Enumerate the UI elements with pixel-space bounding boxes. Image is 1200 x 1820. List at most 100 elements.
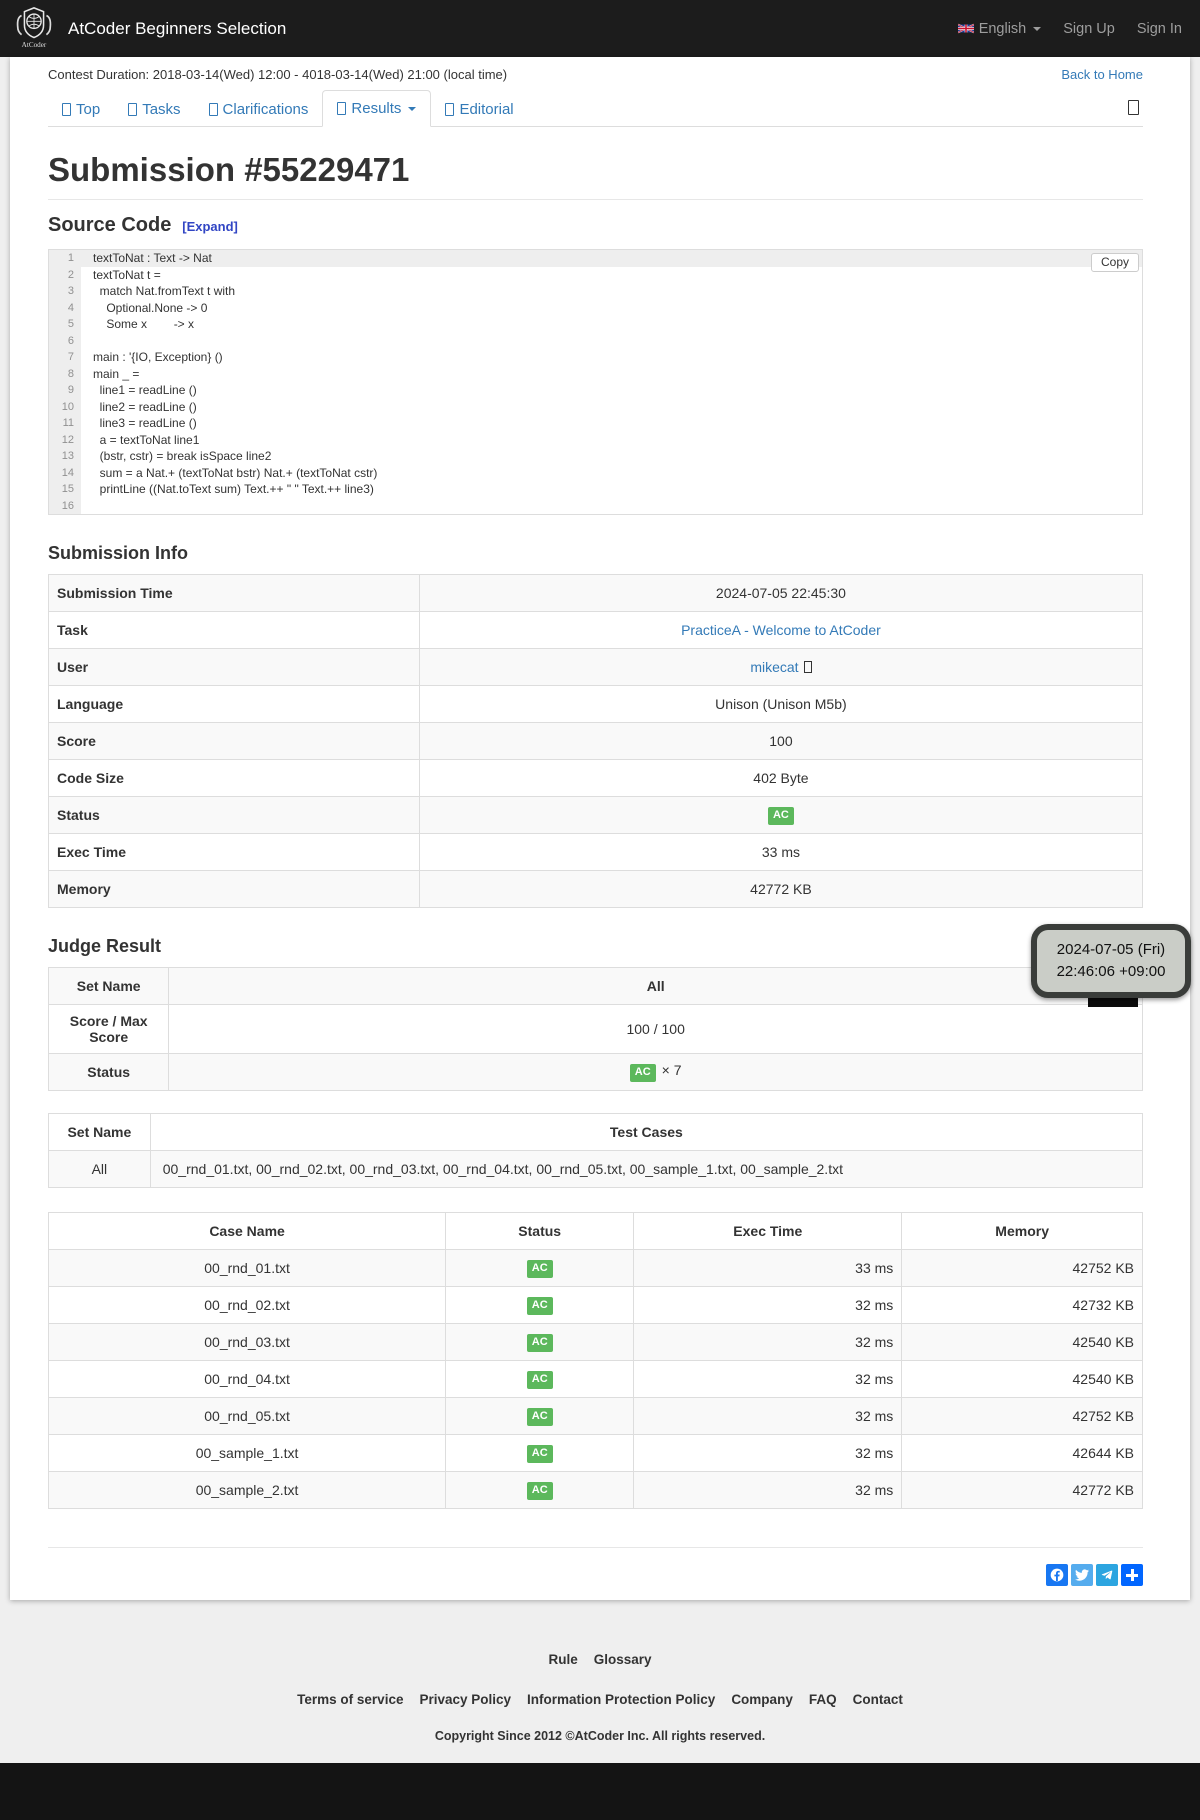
table-header-row: Set Name Test Cases [48,1113,1144,1151]
info-row-score: Score 100 [48,722,1144,760]
status-badge: AC [526,1297,553,1315]
tab-editorial[interactable]: Editorial [431,92,527,127]
footer-link-faq[interactable]: FAQ [809,1692,837,1707]
status-badge: AC [526,1445,553,1463]
status-badge: AC [526,1408,553,1426]
status-badge: AC [767,807,794,825]
footer-links-row2: Terms of service Privacy Policy Informatio… [0,1692,1200,1707]
info-label-submission-time: Submission Time [48,574,420,612]
code-line: 8 main _ = [49,365,1142,382]
info-label-code-size: Code Size [48,759,420,797]
judge-result-heading: Judge Result [48,936,162,956]
share-buttons [48,1564,1143,1586]
line-number: 16 [49,497,81,514]
tab-top[interactable]: Top [48,92,114,127]
code-text: (bstr, cstr) = break isSpace line2 [93,449,272,463]
info-value-exec-time: 33 ms [418,833,1144,871]
expand-link[interactable]: [Expand] [182,219,238,234]
footer-link-company[interactable]: Company [731,1692,793,1707]
language-label: English [978,20,1027,37]
case-exec-time: 32 ms [633,1397,903,1435]
footer-link-glossary[interactable]: Glossary [594,1652,652,1667]
case-exec-time: 32 ms [633,1286,903,1324]
table-row: All 00_rnd_01.txt, 00_rnd_02.txt, 00_rnd_… [48,1150,1144,1188]
code-text: main : '{IO, Exception} () [93,350,223,364]
line-number: 1 [49,250,81,267]
info-value-language: Unison (Unison M5b) [418,685,1144,723]
info-label-language: Language [48,685,420,723]
uk-flag-icon [957,23,974,34]
table-row: Set Name All [47,967,1143,1005]
sign-up-link[interactable]: Sign Up [1063,21,1115,37]
footer-link-privacy-policy[interactable]: Privacy Policy [419,1692,511,1707]
code-line: 7 main : '{IO, Exception} () [49,349,1142,366]
brand[interactable]: AtCoder AtCoder Beginners Selection [12,4,286,53]
user-glyph-icon [803,661,812,673]
code-text: textToNat : Text -> Nat [93,251,212,265]
case-memory: 42540 KB [901,1360,1143,1398]
code-text: Some x -> x [93,317,195,331]
footer-link-terms-of-service[interactable]: Terms of service [297,1692,403,1707]
sign-in-link[interactable]: Sign In [1137,21,1182,37]
datetime-tooltip: 2024-07-05 (Fri) 22:46:06 +09:00 [1031,924,1191,998]
code-line: 10 line2 = readLine () [49,398,1142,415]
case-memory: 42772 KB [901,1471,1143,1509]
tab-label: Top [76,101,101,118]
status-badge: AC [526,1482,553,1500]
case-name: 00_rnd_03.txt [47,1323,447,1361]
case-status: AC [445,1323,635,1361]
twitter-share-icon[interactable] [1071,1564,1093,1586]
case-row: 00_rnd_04.txt AC 32 ms 42540 KB [47,1360,1143,1398]
case-row: 00_rnd_03.txt AC 32 ms 42540 KB [47,1323,1143,1361]
case-memory: 42732 KB [901,1286,1143,1324]
tab-clarifications[interactable]: Clarifications [195,92,323,127]
code-line: 15 printLine ((Nat.toText sum) Text.++ "… [49,481,1142,498]
info-label-status: Status [48,796,420,834]
test-sets-table: Set Name Test Cases All 00_rnd_01.txt, 00… [48,1113,1144,1188]
info-label-memory: Memory [48,870,420,908]
code-line: 3 match Nat.fromText t with [49,283,1142,300]
status-label: Status [47,1053,170,1091]
case-status: AC [445,1286,635,1324]
sets-header-set-name: Set Name [48,1113,151,1151]
code-line: 14 sum = a Nat.+ (textToNat bstr) Nat.+ … [49,464,1142,481]
code-text: line3 = readLine () [93,416,197,430]
contest-duration: Contest Duration: 2018-03-14(Wed) 12:00 … [48,67,508,82]
cases-header-memory: Memory [901,1212,1143,1250]
line-number: 8 [49,365,81,382]
footer-link-information-protection-policy[interactable]: Information Protection Policy [527,1692,715,1707]
footer-link-rule[interactable]: Rule [548,1652,577,1667]
back-to-home-link[interactable]: Back to Home [1061,67,1143,82]
tab-bar-extra-glyph-icon[interactable] [1124,92,1143,126]
info-value-task: PracticeA - Welcome to AtCoder [418,611,1144,649]
footer-link-contact[interactable]: Contact [853,1692,903,1707]
user-link[interactable]: mikecat [750,659,798,675]
line-number: 2 [49,266,81,283]
telegram-share-icon[interactable] [1096,1564,1118,1586]
info-value-status: AC [418,796,1144,834]
info-label-exec-time: Exec Time [48,833,420,871]
tab-glyph-icon [337,102,347,115]
status-badge: AC [526,1260,553,1278]
tab-results[interactable]: Results [322,90,432,127]
footer-links-row1: Rule Glossary [0,1652,1200,1667]
facebook-share-icon[interactable] [1046,1564,1068,1586]
code-line: 5 Some x -> x [49,316,1142,333]
task-link[interactable]: PracticeA - Welcome to AtCoder [681,622,881,638]
case-row: 00_rnd_05.txt AC 32 ms 42752 KB [47,1397,1143,1435]
info-row-language: Language Unison (Unison M5b) [48,685,1144,723]
info-row-user: User mikecat [48,648,1144,686]
submission-info-table: Submission Time 2024-07-05 22:45:30 Task Pr… [48,574,1144,908]
status-multiplier: × 7 [661,1062,682,1079]
language-selector[interactable]: English [957,20,1042,37]
case-memory: 42752 KB [901,1397,1143,1435]
status-badge: AC [526,1371,553,1389]
code-text: line1 = readLine () [93,383,197,397]
share-plus-icon[interactable] [1121,1564,1143,1586]
case-status: AC [445,1249,635,1287]
copy-button[interactable]: Copy [1090,253,1139,272]
cases-header-case-name: Case Name [47,1212,447,1250]
info-row-code-size: Code Size 402 Byte [48,759,1144,797]
tab-tasks[interactable]: Tasks [114,92,194,127]
